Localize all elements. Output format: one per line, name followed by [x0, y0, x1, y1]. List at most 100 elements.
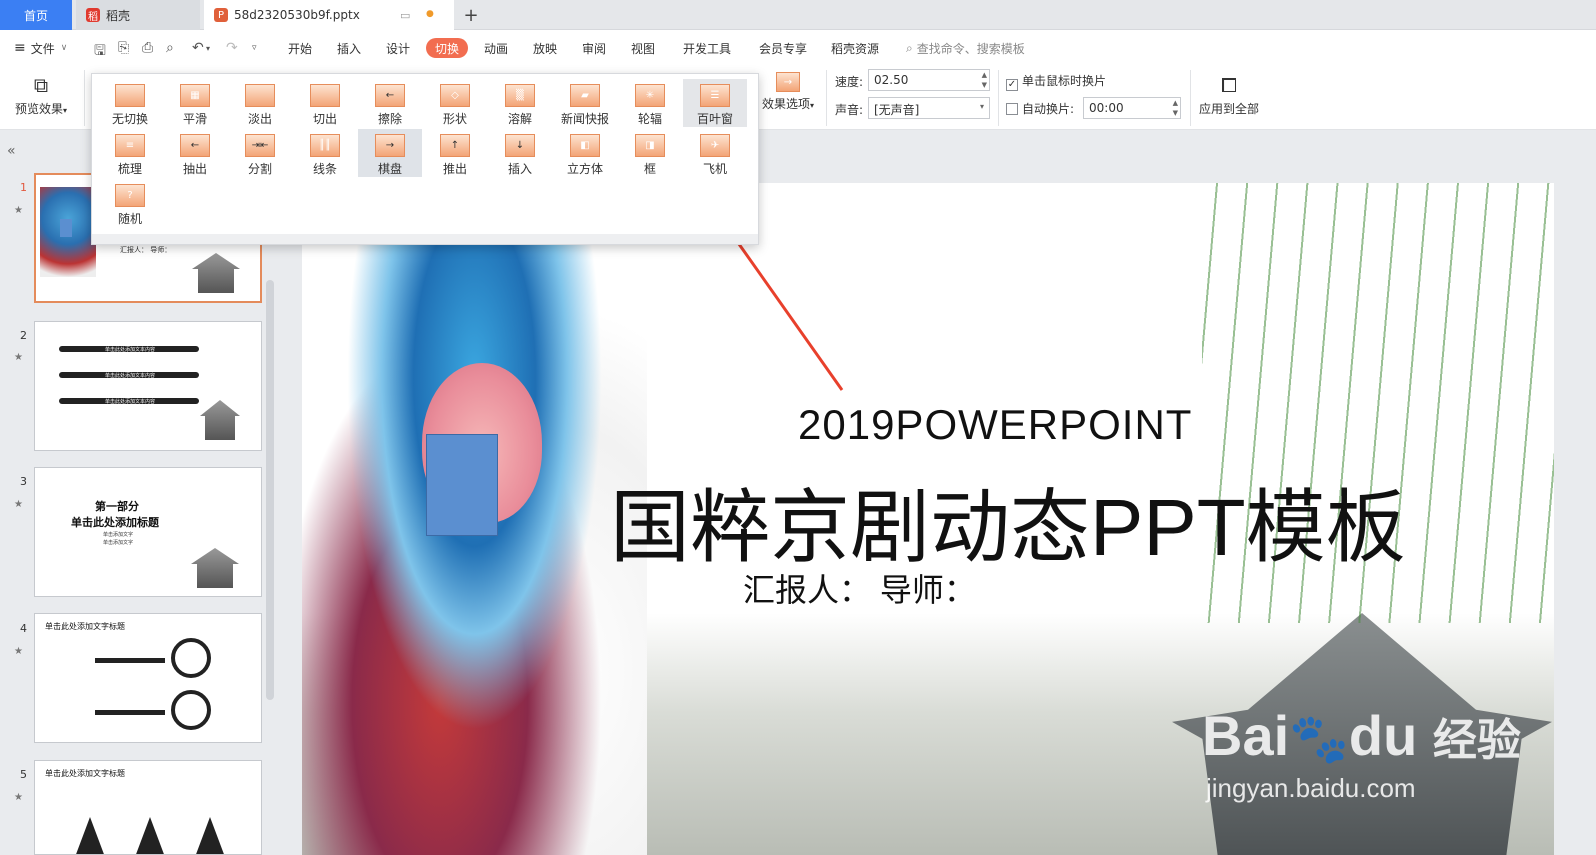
- transition-dissolve[interactable]: ▒ 溶解: [488, 79, 552, 127]
- slide-thumb-4[interactable]: 单击此处添加文字标题: [34, 613, 262, 743]
- transition-lines-icon: ║║: [310, 134, 340, 157]
- sidebar-scrollbar[interactable]: [266, 280, 274, 700]
- menu-slideshow[interactable]: 放映: [533, 30, 557, 66]
- face-placeholder-box[interactable]: [426, 434, 498, 536]
- brush-arrow: [95, 710, 165, 715]
- transition-blinds[interactable]: ☰ 百叶窗: [683, 79, 747, 127]
- slide-number: 3: [20, 475, 27, 488]
- transition-label: 线条: [312, 162, 337, 176]
- auto-advance-label: 自动换片:: [1022, 102, 1075, 116]
- transition-random[interactable]: ? 随机: [98, 179, 162, 227]
- menu-developer[interactable]: 开发工具: [683, 30, 731, 66]
- transition-none[interactable]: 无切换: [98, 79, 162, 127]
- new-tab-button[interactable]: +: [458, 0, 484, 30]
- menu-animation-label: 动画: [484, 41, 509, 56]
- transition-wheel[interactable]: ✳ 轮辐: [618, 79, 682, 127]
- menu-transition[interactable]: 切换: [426, 38, 469, 58]
- slide-thumb-2[interactable]: 单击此处添加文本内容 单击此处添加文本内容 单击此处添加文本内容: [34, 321, 262, 451]
- screen-icon[interactable]: ▭: [400, 9, 410, 22]
- transition-label: 擦除: [377, 112, 402, 126]
- transition-label: 平滑: [182, 112, 207, 126]
- click-advance-checkbox[interactable]: ✓ 单击鼠标时换片: [1006, 72, 1106, 91]
- sound-select[interactable]: [无声音] ▾: [868, 97, 990, 119]
- menu-insert[interactable]: 插入: [337, 30, 361, 66]
- ink-circle: [171, 638, 211, 678]
- transition-insert[interactable]: ↓ 插入: [488, 129, 552, 177]
- slide-thumb-5[interactable]: 单击此处添加文字标题: [34, 760, 262, 855]
- transition-shape[interactable]: ◇ 形状: [423, 79, 487, 127]
- effect-options-button[interactable]: → 效果选项▾: [756, 72, 820, 112]
- transition-newsflash[interactable]: ▰ 新闻快报: [553, 79, 617, 127]
- command-search[interactable]: ⌕ 查找命令、搜索模板: [906, 30, 1025, 66]
- tab-document[interactable]: P 58d2320530b9f.pptx ▭ ●: [204, 0, 454, 30]
- airplane-icon: ✈: [700, 134, 730, 157]
- transition-pull[interactable]: ← 抽出: [163, 129, 227, 177]
- transition-wipe[interactable]: ← 擦除: [358, 79, 422, 127]
- menu-start[interactable]: 开始: [288, 30, 312, 66]
- auto-advance-checkbox[interactable]: 自动换片:: [1006, 100, 1074, 117]
- menu-insert-label: 插入: [337, 41, 362, 56]
- transition-push[interactable]: ↑ 推出: [423, 129, 487, 177]
- customize-toolbar-icon[interactable]: ▿: [252, 43, 257, 53]
- transition-blinds-icon: ☰: [700, 84, 730, 107]
- chevron-down-icon: ∨: [60, 43, 68, 53]
- transition-cut[interactable]: 切出: [293, 79, 357, 127]
- current-slide[interactable]: 2019POWERPOINT 国粹京剧动态PPT模板 汇报人： 导师： Bai🐾…: [302, 183, 1554, 855]
- transition-smooth-icon: ▦: [180, 84, 210, 107]
- transition-dissolve-icon: ▒: [505, 84, 535, 107]
- transition-none-icon: [115, 84, 145, 107]
- print-preview-icon[interactable]: ⌕: [166, 40, 174, 56]
- spinner-icon[interactable]: ▲ ▼: [1173, 98, 1178, 118]
- thumb-title: 第一部分: [95, 500, 139, 513]
- transition-smooth[interactable]: ▦ 平滑: [163, 79, 227, 127]
- transition-lines[interactable]: ║║ 线条: [293, 129, 357, 177]
- slide-number: 5: [20, 768, 27, 781]
- tab-home[interactable]: 首页: [0, 0, 72, 30]
- file-menu[interactable]: ≡ 文件 ∨: [14, 30, 67, 66]
- transition-box[interactable]: ◨ 框: [618, 129, 682, 177]
- undo-dropdown-icon[interactable]: ▾: [206, 44, 210, 53]
- transition-comb[interactable]: ≡ 梳理: [98, 129, 162, 177]
- menu-review[interactable]: 审阅: [582, 30, 606, 66]
- transition-airplane[interactable]: ✈ 飞机: [683, 129, 747, 177]
- slide-reporter-line[interactable]: 汇报人： 导师：: [743, 565, 976, 611]
- transition-checkerboard[interactable]: → 棋盘: [358, 129, 422, 177]
- apply-to-all-button[interactable]: ⧠ 应用到全部: [1196, 72, 1262, 117]
- menu-design[interactable]: 设计: [386, 30, 410, 66]
- transition-split[interactable]: ⇥⇤ 分割: [228, 129, 292, 177]
- save-icon[interactable]: 🖫: [94, 40, 106, 64]
- menu-animation[interactable]: 动画: [484, 30, 508, 66]
- slide-line-1[interactable]: 2019POWERPOINT: [798, 401, 1192, 449]
- export-pdf-icon[interactable]: ⎘: [118, 40, 129, 56]
- transition-wheel-icon: ✳: [635, 84, 665, 107]
- print-icon[interactable]: ⎙: [142, 40, 153, 56]
- preview-effect-button[interactable]: ⧉ 预览效果▾: [10, 72, 72, 117]
- transition-label: 框: [643, 162, 656, 176]
- checkerboard-icon: →: [375, 134, 405, 157]
- slide-number: 2: [20, 329, 27, 342]
- tab-daoke[interactable]: 稻 稻壳: [76, 0, 200, 30]
- menu-start-label: 开始: [288, 41, 313, 56]
- auto-advance-time-input[interactable]: 00:00 ▲ ▼: [1083, 97, 1181, 119]
- transition-cut-icon: [310, 84, 340, 107]
- tab-document-label: 58d2320530b9f.pptx: [234, 8, 360, 22]
- undo-icon[interactable]: ↶: [192, 40, 204, 56]
- slide-title[interactable]: 国粹京剧动态PPT模板: [610, 463, 1406, 579]
- speed-input[interactable]: 02.50 ▲ ▼: [868, 69, 990, 91]
- ribbon-divider: [998, 70, 999, 126]
- redo-icon[interactable]: ↷: [226, 40, 238, 56]
- spinner-icon[interactable]: ▲ ▼: [982, 70, 987, 90]
- command-search-placeholder: 查找命令、搜索模板: [916, 41, 1025, 56]
- preview-effect-label: 预览效果: [14, 102, 63, 116]
- transition-fade[interactable]: 淡出: [228, 79, 292, 127]
- pavilion-thumb: [200, 400, 240, 440]
- menu-member[interactable]: 会员专享: [759, 30, 807, 66]
- collapse-panel-icon[interactable]: «: [7, 143, 16, 159]
- menu-view[interactable]: 视图: [631, 30, 655, 66]
- slide-thumb-3[interactable]: 第一部分 单击此处添加标题 单击添加文字 单击添加文字: [34, 467, 262, 597]
- tab-bar: 首页 稻 稻壳 P 58d2320530b9f.pptx ▭ ● +: [0, 0, 1596, 30]
- transition-shape-icon: ◇: [440, 84, 470, 107]
- transition-cube[interactable]: ◧ 立方体: [553, 129, 617, 177]
- menu-daoke-resources[interactable]: 稻壳资源: [831, 30, 879, 66]
- sound-label: 声音:: [835, 103, 864, 117]
